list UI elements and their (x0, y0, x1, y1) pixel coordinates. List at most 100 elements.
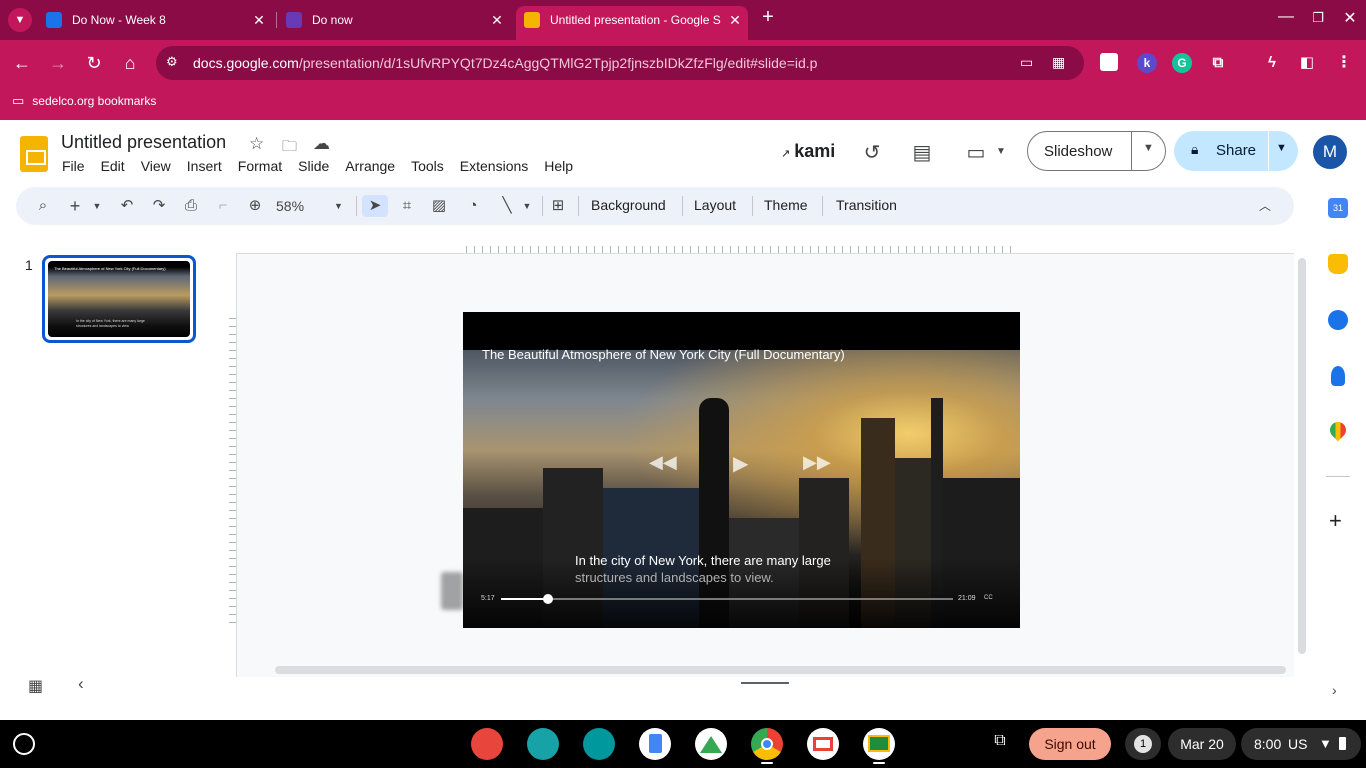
transition-button[interactable]: Transition (836, 197, 897, 213)
print-icon[interactable]: ⎙ (180, 195, 202, 217)
tasks-icon[interactable] (1328, 310, 1348, 330)
slide-thumbnail[interactable]: The Beautiful Atmosphere of New York Cit… (42, 255, 196, 343)
close-tab-icon[interactable]: ✕ (488, 12, 506, 29)
url-text[interactable]: docs.google.com/presentation/d/1sUfvRPYQ… (193, 55, 817, 71)
search-menus-icon[interactable]: ⌕ (32, 195, 54, 217)
browser-menu-kebab-icon[interactable]: ⋮ (1334, 53, 1354, 73)
menu-format[interactable]: Format (230, 158, 290, 174)
grid-view-icon[interactable]: ▦ (28, 676, 43, 696)
rewind-icon[interactable]: ◀◀ (649, 452, 677, 473)
add-comment-icon[interactable]: ⊞ (546, 195, 570, 217)
theme-button[interactable]: Theme (764, 197, 808, 213)
chrome-browser-app-icon[interactable] (751, 728, 783, 760)
share-button[interactable]: 🔒︎ Share ▼ (1174, 131, 1298, 171)
layout-button[interactable]: Layout (694, 197, 736, 213)
star-icon[interactable]: ☆ (249, 134, 264, 154)
date-display[interactable]: Mar 20 (1168, 728, 1236, 760)
line-chevron-icon[interactable]: ▼ (520, 195, 534, 217)
maps-icon[interactable] (1326, 418, 1350, 442)
keep-icon[interactable] (1328, 254, 1348, 274)
show-side-panel-chevron-icon[interactable]: › (1332, 682, 1337, 698)
contacts-icon[interactable] (1331, 366, 1345, 386)
tab-do-now[interactable]: Do now ✕ (286, 6, 506, 34)
side-panel-icon[interactable]: ◧ (1297, 53, 1317, 73)
zoom-icon[interactable]: ⊕ (244, 195, 266, 217)
meet-camera-icon[interactable]: ▭ (963, 140, 989, 166)
slideshow-button[interactable]: Slideshow ▼ (1027, 131, 1166, 171)
qr-code-icon[interactable]: ▦ (1052, 54, 1065, 71)
menu-help[interactable]: Help (536, 158, 581, 174)
insert-image-icon[interactable]: ▨ (428, 195, 450, 217)
menu-arrange[interactable]: Arrange (337, 158, 403, 174)
close-window-icon[interactable]: ✕ (1338, 8, 1362, 28)
minimize-icon[interactable]: — (1274, 8, 1298, 26)
status-area[interactable]: 8:00 US ▼ (1241, 728, 1361, 760)
forward-arrow-icon[interactable]: → (46, 51, 70, 75)
tab-do-now-week-8[interactable]: Do Now - Week 8 ✕ (46, 6, 268, 34)
home-icon[interactable]: ⌂ (118, 51, 142, 75)
zoom-select[interactable]: 58% ▼ (276, 195, 346, 217)
google-classroom-app-icon[interactable] (863, 728, 895, 760)
select-cursor-icon[interactable]: ➤ (362, 195, 388, 217)
notification-pill[interactable]: 1 (1125, 728, 1161, 760)
background-button[interactable]: Background (591, 197, 666, 213)
menu-edit[interactable]: Edit (93, 158, 133, 174)
slideshow-options-chevron-icon[interactable]: ▼ (1143, 142, 1154, 154)
collapse-toolbar-chevron-icon[interactable]: ︿ (1254, 195, 1276, 217)
extension-kami-icon[interactable]: k (1137, 53, 1157, 73)
play-icon[interactable]: ▶ (733, 451, 748, 476)
calendar-icon[interactable]: 31 (1328, 198, 1348, 218)
hide-filmstrip-chevron-icon[interactable]: ‹ (78, 674, 84, 694)
get-add-ons-plus-icon[interactable]: + (1329, 508, 1342, 534)
restore-window-icon[interactable]: ❐ (1306, 10, 1330, 26)
back-arrow-icon[interactable]: ← (10, 51, 34, 75)
vertical-ruler[interactable] (229, 318, 236, 628)
reload-icon[interactable]: ↻ (82, 51, 106, 75)
kami-button[interactable]: ↗ kami (781, 141, 835, 162)
video-seek-bar[interactable] (501, 594, 953, 604)
undo-icon[interactable]: ↶ (116, 195, 138, 217)
sign-out-button[interactable]: Sign out (1029, 728, 1111, 760)
menu-tools[interactable]: Tools (403, 158, 452, 174)
text-box-icon[interactable]: ⌗ (396, 195, 418, 217)
menu-slide[interactable]: Slide (290, 158, 337, 174)
comments-icon[interactable]: ▤ (909, 140, 935, 166)
close-tab-icon[interactable]: ✕ (250, 12, 268, 29)
google-drive-app-icon[interactable] (695, 728, 727, 760)
new-slide-plus-icon[interactable]: + (64, 195, 86, 217)
bookmark-folder-sedelco[interactable]: ▭ sedelco.org bookmarks (12, 93, 156, 109)
gmail-app-icon[interactable] (807, 728, 839, 760)
shape-icon[interactable]: ◔ (462, 195, 484, 217)
share-options-chevron-icon[interactable]: ▼ (1276, 142, 1287, 154)
google-docs-app-icon[interactable] (639, 728, 671, 760)
tab-untitled-presentation[interactable]: Untitled presentation - Google S ✕ (524, 6, 744, 34)
version-history-icon[interactable]: ↺ (859, 140, 885, 166)
menu-view[interactable]: View (133, 158, 179, 174)
holding-space-icon[interactable]: ⧉ (988, 732, 1012, 756)
address-bar[interactable]: ⚙ docs.google.com/presentation/d/1sUfvRP… (156, 46, 1084, 80)
menu-insert[interactable]: Insert (179, 158, 230, 174)
canvas-paint-app-icon[interactable] (471, 728, 503, 760)
horizontal-ruler[interactable] (466, 246, 1018, 253)
tab-search-chevron-icon[interactable]: ▼ (8, 8, 32, 32)
menu-extensions[interactable]: Extensions (452, 158, 536, 174)
paint-format-icon[interactable]: ⌐ (212, 195, 234, 217)
vertical-scrollbar[interactable] (1298, 258, 1306, 654)
horizontal-scrollbar[interactable] (275, 666, 1286, 674)
new-tab-plus-icon[interactable]: + (756, 6, 780, 29)
menu-file[interactable]: File (54, 158, 93, 174)
meet-dropdown-chevron-icon[interactable]: ▼ (988, 146, 1014, 172)
cloud-saved-icon[interactable]: ☁ (313, 134, 330, 154)
line-icon[interactable]: ╲ (496, 195, 518, 217)
account-avatar[interactable]: M (1313, 135, 1347, 169)
cast-icon[interactable]: ▭ (1020, 54, 1033, 71)
speaker-notes-resize-handle[interactable] (741, 682, 789, 684)
redo-icon[interactable]: ↷ (148, 195, 170, 217)
arduino-app-icon[interactable] (583, 728, 615, 760)
closed-captions-button[interactable]: CC (984, 595, 993, 601)
new-slide-chevron-icon[interactable]: ▼ (90, 195, 104, 217)
extensions-puzzle-icon[interactable]: ⧉ (1208, 53, 1228, 73)
extension-lightning-icon[interactable]: ϟ (1262, 53, 1282, 73)
launcher-circle-icon[interactable] (13, 733, 35, 755)
news-app-icon[interactable] (527, 728, 559, 760)
